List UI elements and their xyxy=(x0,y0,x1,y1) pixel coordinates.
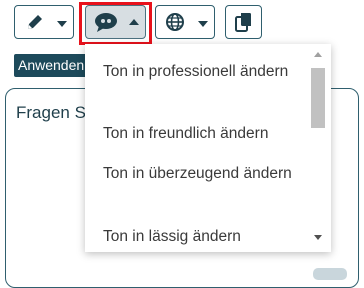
menu-item-friendly[interactable]: Ton in freundlich ändern xyxy=(103,122,308,146)
scrollbar-thumb[interactable] xyxy=(311,68,325,128)
speech-bubble-icon xyxy=(95,13,117,32)
copy-button[interactable] xyxy=(225,5,262,39)
menu-item-casual[interactable]: Ton in lässig ändern xyxy=(103,225,308,249)
tone-dropdown-button[interactable] xyxy=(85,5,146,39)
language-dropdown-button[interactable] xyxy=(155,5,215,39)
scroll-up-arrow-icon[interactable] xyxy=(314,52,322,57)
chevron-down-icon xyxy=(198,21,208,27)
menu-item-professional[interactable]: Ton in professionell ändern xyxy=(103,60,308,84)
scroll-down-arrow-icon[interactable] xyxy=(314,235,322,240)
send-button[interactable] xyxy=(313,268,347,280)
menu-item-persuasive[interactable]: Ton in überzeugend ändern xyxy=(103,162,308,186)
copy-icon xyxy=(235,13,251,32)
pencil-icon xyxy=(28,15,42,29)
tone-dropdown-menu: Ton in professionell ändern Ton in freun… xyxy=(85,44,331,252)
chevron-down-icon xyxy=(57,21,67,27)
globe-icon xyxy=(166,13,184,31)
prompt-input-label: Fragen Sie xyxy=(16,103,96,122)
chevron-up-icon xyxy=(129,19,139,25)
edit-dropdown-button[interactable] xyxy=(14,5,74,39)
